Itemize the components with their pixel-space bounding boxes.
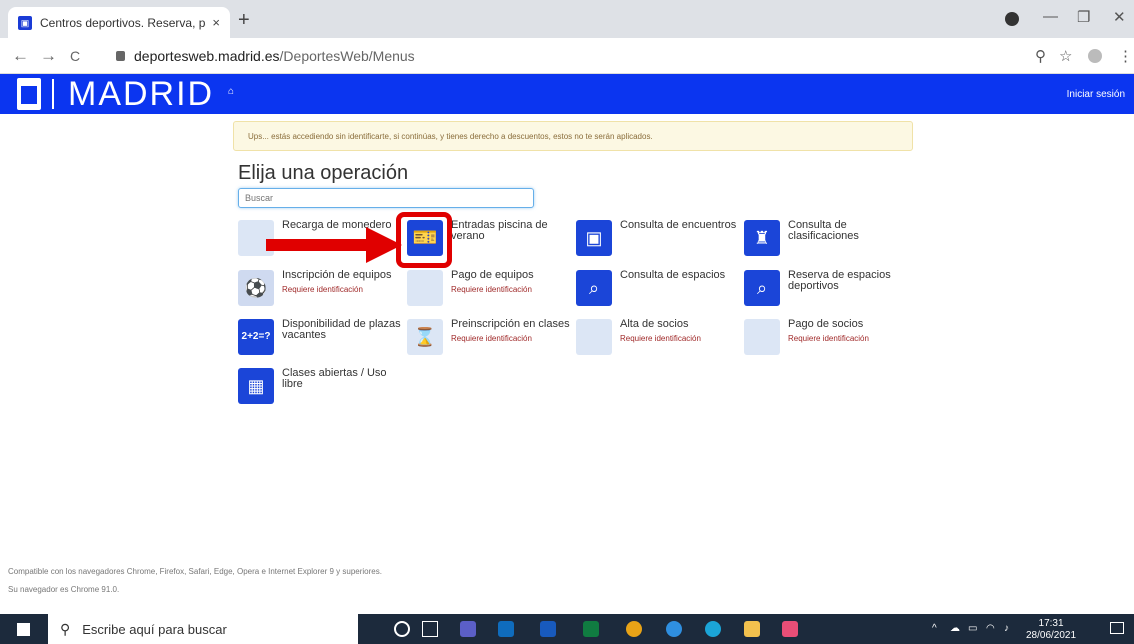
lock-icon	[116, 51, 125, 61]
handshake-icon	[576, 319, 612, 355]
red-arrow-annotation	[266, 227, 402, 263]
browser-menu-icon[interactable]: ⋮	[1118, 47, 1133, 65]
balls-icon: ⚽	[238, 270, 274, 306]
browser-tab-strip: ▣ Centros deportivos. Reserva, pag × + —…	[0, 0, 1134, 38]
outlook-icon[interactable]	[498, 621, 514, 637]
blackboard-icon: 2+2=?	[238, 319, 274, 355]
madrid-crest-icon[interactable]	[17, 78, 41, 110]
requires-id-label: Requiere identificación	[451, 285, 532, 294]
back-button[interactable]: ←	[12, 46, 29, 66]
requires-id-label: Requiere identificación	[620, 334, 701, 343]
wifi-icon[interactable]: ◠	[986, 623, 995, 634]
browser-tab[interactable]: ▣ Centros deportivos. Reserva, pag ×	[8, 7, 230, 38]
windows-start-icon[interactable]	[17, 623, 30, 636]
clock-date: 28/06/2021	[1026, 630, 1077, 641]
chrome-icon[interactable]	[626, 621, 642, 637]
op-preinscripcion-clases[interactable]: ⌛ Preinscripción en clases Requiere ident…	[407, 319, 570, 355]
requires-id-label: Requiere identificación	[282, 285, 363, 294]
file-explorer-icon[interactable]	[744, 621, 760, 637]
account-avatar-icon[interactable]	[1088, 49, 1102, 63]
notifications-icon[interactable]	[1110, 622, 1124, 634]
header-divider	[52, 79, 54, 109]
volume-icon[interactable]: ♪	[1004, 623, 1009, 634]
op-consulta-clasificaciones[interactable]: ♜ Consulta de clasificaciones	[744, 220, 898, 256]
hourglass-icon: ⌛	[407, 319, 443, 355]
minimize-button[interactable]: —	[1043, 8, 1058, 25]
op-reserva-espacios[interactable]: ⌕ Reserva de espacios deportivos	[744, 270, 898, 306]
edge-icon[interactable]	[705, 621, 721, 637]
browser-version-note: Su navegador es Chrome 91.0.	[8, 585, 120, 594]
op-consulta-encuentros[interactable]: ▣ Consulta de encuentros	[576, 220, 736, 256]
tray-chevron-icon[interactable]: ^	[932, 623, 937, 634]
clock-time: 17:31	[1038, 618, 1064, 629]
payment-hand-icon	[407, 270, 443, 306]
taskbar-search-placeholder: Escribe aquí para buscar	[82, 621, 227, 637]
login-link[interactable]: Iniciar sesión	[1067, 89, 1125, 100]
forward-button[interactable]: →	[40, 46, 57, 66]
requires-id-label: Requiere identificación	[451, 334, 532, 343]
teams-icon[interactable]	[460, 621, 476, 637]
profile-icon[interactable]	[1005, 12, 1019, 26]
tab-close-icon[interactable]: ×	[212, 15, 220, 30]
taskbar-search[interactable]: ⚲ Escribe aquí para buscar	[48, 614, 358, 644]
task-view-icon[interactable]	[422, 621, 438, 637]
site-header: MADRID ⌂ Iniciar sesión	[0, 74, 1134, 114]
scoreboard-icon: ▣	[576, 220, 612, 256]
op-disponibilidad-plazas[interactable]: 2+2=? Disponibilidad de plazas vacantes	[238, 319, 402, 355]
url-omnibox[interactable]: deportesweb.madrid.es/DeportesWeb/Menus	[96, 43, 1026, 69]
battery-icon[interactable]: ▭	[968, 623, 977, 634]
highlight-box-annotation	[396, 212, 452, 268]
onedrive-icon[interactable]: ☁	[950, 623, 960, 634]
page-title: Elija una operación	[238, 162, 409, 184]
home-icon[interactable]: ⌂	[228, 86, 234, 97]
address-bar: ← → C deportesweb.madrid.es/DeportesWeb/…	[0, 38, 1134, 74]
excel-icon[interactable]	[583, 621, 599, 637]
op-inscripcion-equipos[interactable]: ⚽ Inscripción de equipos Requiere identif…	[238, 270, 391, 306]
racket-icon: ⌕	[744, 270, 780, 306]
search-icon: ⚲	[60, 620, 71, 637]
identification-warning: Ups... estás accediendo sin identificart…	[233, 121, 913, 151]
cortana-icon[interactable]	[394, 621, 410, 637]
podium-icon: ♜	[744, 220, 780, 256]
app-icon[interactable]	[782, 621, 798, 637]
op-alta-socios[interactable]: Alta de socios Requiere identificación	[576, 319, 701, 355]
word-icon[interactable]	[540, 621, 556, 637]
op-consulta-espacios[interactable]: ⌕ Consulta de espacios	[576, 270, 725, 306]
bookmark-star-icon[interactable]: ☆	[1059, 47, 1072, 65]
madrid-logo[interactable]: MADRID	[68, 75, 214, 114]
tab-title: Centros deportivos. Reserva, pag	[40, 15, 207, 30]
op-pago-equipos[interactable]: Pago de equipos Requiere identificación	[407, 270, 534, 306]
zoom-icon[interactable]: ⚲	[1035, 47, 1046, 65]
maximize-button[interactable]: ❐	[1077, 8, 1090, 26]
taskbar-clock[interactable]: 17:31 28/06/2021	[1026, 618, 1076, 642]
url-host: deportesweb.madrid.es	[134, 48, 280, 64]
new-tab-button[interactable]: +	[238, 9, 250, 32]
madrid-favicon-icon: ▣	[18, 15, 32, 30]
calendar-icon: ▦	[238, 368, 274, 404]
internet-explorer-icon[interactable]	[666, 621, 682, 637]
search-input[interactable]	[238, 188, 534, 208]
close-window-button[interactable]: ✕	[1113, 8, 1126, 26]
op-pago-socios[interactable]: Pago de socios Requiere identificación	[744, 319, 869, 355]
op-clases-abiertas[interactable]: ▦ Clases abiertas / Uso libre	[238, 368, 392, 404]
reload-button[interactable]: C	[70, 48, 80, 64]
racket-icon: ⌕	[576, 270, 612, 306]
windows-taskbar: ⚲ Escribe aquí para buscar ^ ☁ ▭ ◠ ♪ 17:…	[0, 614, 1134, 644]
payment-hand-icon	[744, 319, 780, 355]
requires-id-label: Requiere identificación	[788, 334, 869, 343]
browser-compat-note: Compatible con los navegadores Chrome, F…	[8, 567, 382, 576]
url-path: /DeportesWeb/Menus	[279, 48, 415, 64]
